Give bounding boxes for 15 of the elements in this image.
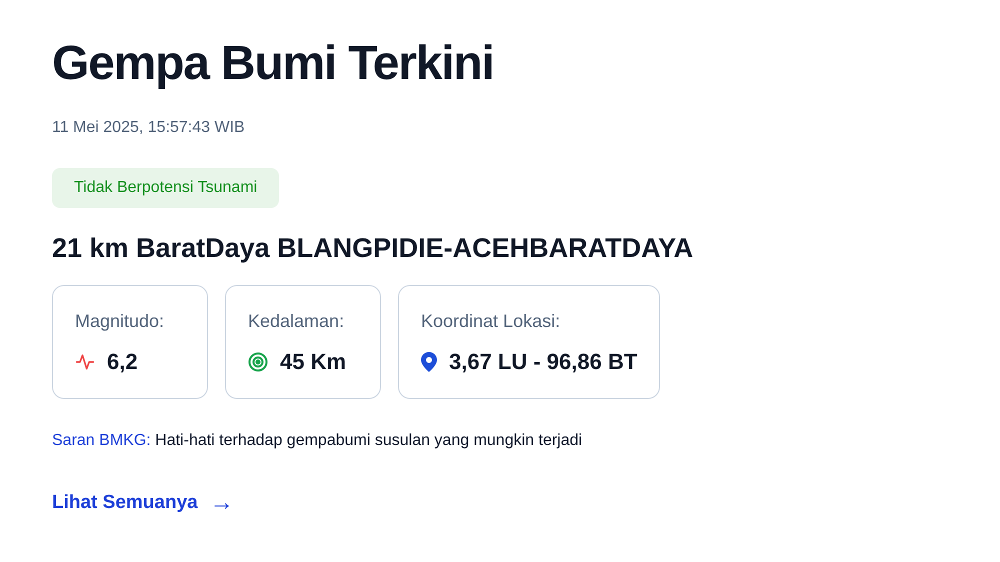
location-heading: 21 km BaratDaya BLANGPIDIE-ACEHBARATDAYA	[52, 232, 694, 265]
advice-text: Saran BMKG: Hati-hati terhadap gempabumi susulan yang mungkin terjadi	[52, 431, 582, 451]
stat-value: 45 Km	[280, 348, 346, 376]
stat-label: Magnitudo:	[75, 310, 164, 333]
page-title: Gempa Bumi Terkini	[52, 36, 494, 92]
see-all-link[interactable]: Lihat Semuanya →	[52, 485, 234, 521]
target-icon	[248, 352, 268, 372]
pulse-icon	[75, 352, 95, 372]
tsunami-status-badge: Tidak Berpotensi Tsunami	[52, 168, 280, 208]
map-pin-icon	[421, 352, 437, 372]
stat-value: 6,2	[107, 348, 138, 376]
stat-label: Kedalaman:	[248, 310, 344, 333]
stat-value: 3,67 LU - 96,86 BT	[449, 348, 638, 376]
timestamp: 11 Mei 2025, 15:57:43 WIB	[52, 118, 245, 138]
stat-label: Koordinat Lokasi:	[421, 310, 560, 333]
